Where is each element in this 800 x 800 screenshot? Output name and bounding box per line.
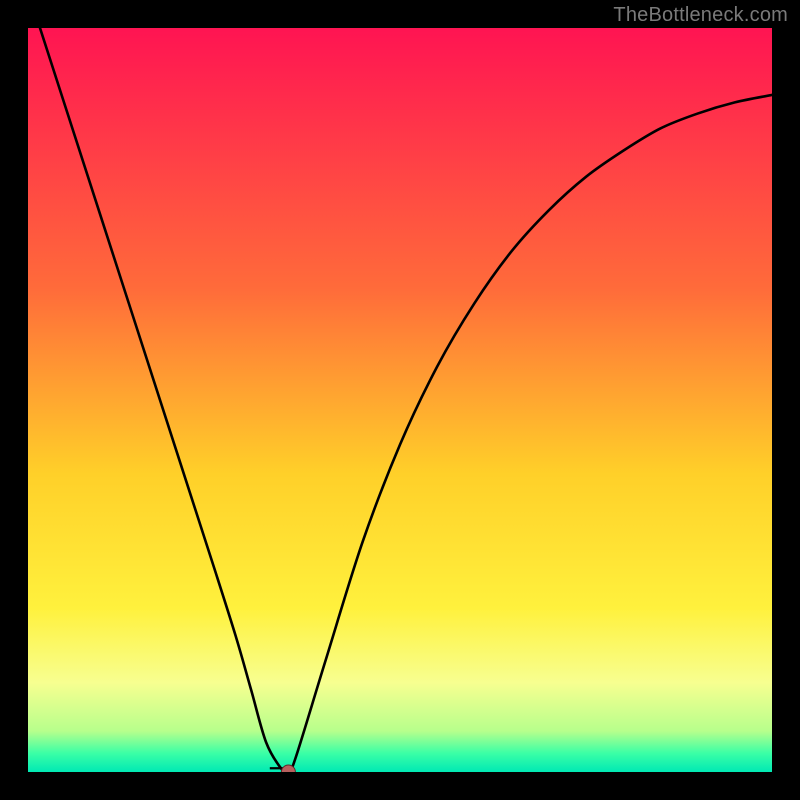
plot-area [28,28,772,772]
watermark-text: TheBottleneck.com [613,4,788,27]
chart-overlay [28,28,772,772]
bottleneck-curve [28,28,772,772]
stage: TheBottleneck.com [0,0,800,800]
